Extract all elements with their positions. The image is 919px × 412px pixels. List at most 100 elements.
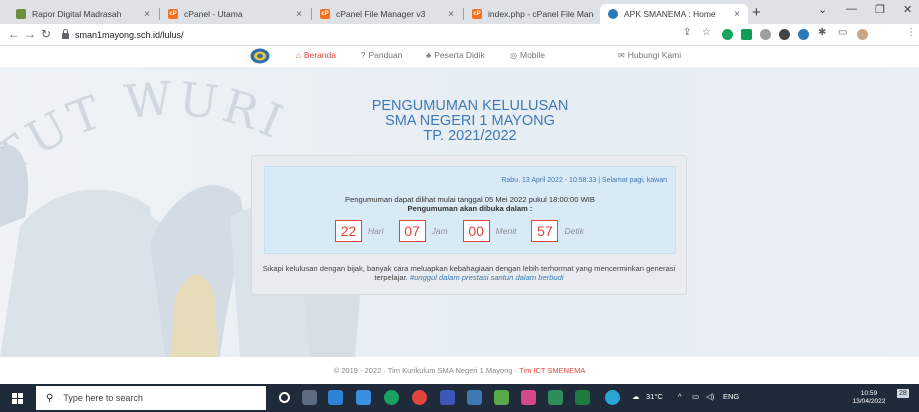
extension-dark-icon[interactable] bbox=[779, 29, 790, 40]
app-green-icon[interactable] bbox=[548, 390, 563, 405]
hashtag-text: #unggul dalam prestasi santun dalam berb… bbox=[409, 273, 564, 282]
nav-panduan[interactable]: ? Panduan bbox=[361, 50, 403, 60]
network-icon[interactable]: ▭ bbox=[692, 392, 699, 401]
site-navbar: ⌂ Beranda ? Panduan ♣ Peserta Didik ◎ Mo… bbox=[0, 46, 919, 67]
app-pink-icon[interactable] bbox=[521, 390, 536, 405]
question-icon: ? bbox=[361, 50, 366, 60]
countdown-seconds-unit: Detik bbox=[564, 226, 584, 236]
image-viewer-icon[interactable] bbox=[494, 390, 509, 405]
madrasah-favicon-icon bbox=[16, 9, 26, 19]
back-icon[interactable]: ← bbox=[8, 27, 20, 41]
address-bar[interactable]: sman1mayong.sch.id/lulus/ bbox=[60, 26, 580, 43]
cortana-icon[interactable] bbox=[279, 392, 290, 403]
opera-icon[interactable] bbox=[412, 390, 427, 405]
school-logo-icon[interactable] bbox=[250, 48, 270, 64]
volume-icon[interactable]: ◁) bbox=[706, 392, 714, 401]
new-tab-button[interactable]: + bbox=[752, 4, 761, 21]
page-footer: © 2019 - 2022 · Tim Kurikulum SMA Negeri… bbox=[0, 357, 919, 384]
envelope-icon: ✉ bbox=[618, 50, 625, 60]
forward-icon[interactable]: → bbox=[24, 27, 36, 41]
countdown-minutes-unit: Menit bbox=[495, 226, 517, 236]
share-icon[interactable]: ⇪ bbox=[683, 27, 691, 38]
users-icon: ♣ bbox=[426, 50, 432, 60]
nav-peserta-didik[interactable]: ♣ Peserta Didik bbox=[426, 50, 485, 60]
minimize-button[interactable]: — bbox=[846, 3, 857, 15]
browser-menu-icon[interactable]: ⋮ bbox=[906, 27, 916, 38]
footer-text: © 2019 - 2022 · Tim Kurikulum SMA Negeri… bbox=[333, 366, 520, 375]
vscode-icon[interactable] bbox=[440, 390, 455, 405]
cpanel-favicon-icon: cP bbox=[168, 9, 178, 19]
nav-beranda[interactable]: ⌂ Beranda bbox=[296, 50, 336, 60]
weather-icon[interactable]: ☁ bbox=[632, 392, 640, 401]
close-window-button[interactable]: ✕ bbox=[903, 3, 912, 16]
clock-time: 10:59 bbox=[860, 390, 878, 397]
tab-rapor-digital[interactable]: Rapor Digital Madrasah × bbox=[8, 4, 158, 24]
taskbar-search-box[interactable]: ⚲ Type here to search bbox=[36, 386, 266, 410]
announcement-title-line1: PENGUMUMAN KELULUSAN bbox=[371, 98, 569, 114]
opens-in-label: Pengumuman akan dibuka dalam : bbox=[407, 204, 533, 213]
clock-date: 13/04/2022 bbox=[852, 398, 886, 405]
countdown-days-unit: Hari bbox=[368, 226, 384, 236]
nav-hubungi-kami[interactable]: ✉ Hubungi Kami bbox=[618, 50, 681, 60]
reload-icon[interactable]: ↻ bbox=[41, 27, 51, 41]
closing-message: Sikapi kelulusan dengan bijak, banyak ca… bbox=[262, 264, 676, 282]
footer-link[interactable]: Tim ICT SMENEMA bbox=[519, 366, 585, 375]
countdown-seconds-value: 57 bbox=[531, 220, 559, 242]
file-explorer-icon[interactable] bbox=[328, 390, 343, 405]
bookmark-star-icon[interactable]: ☆ bbox=[702, 27, 711, 38]
extension-gray-icon[interactable] bbox=[760, 29, 771, 40]
chrome-icon[interactable] bbox=[384, 390, 399, 405]
taskbar-search-placeholder: Type here to search bbox=[63, 393, 143, 403]
tab-cpanel-utama[interactable]: cP cPanel - Utama × bbox=[160, 4, 310, 24]
excel-icon[interactable] bbox=[575, 390, 590, 405]
tab-apk-smanema[interactable]: APK SMANEMA : Home × bbox=[600, 4, 748, 24]
extensions-puzzle-icon[interactable]: ✱ bbox=[818, 27, 826, 38]
profile-avatar-icon[interactable] bbox=[857, 29, 868, 40]
app-blue-icon[interactable] bbox=[605, 390, 620, 405]
nav-mobile[interactable]: ◎ Mobile bbox=[510, 50, 545, 60]
restore-button[interactable]: ❐ bbox=[875, 3, 885, 16]
tab-index-php[interactable]: cP index.php - cPanel File Mana × bbox=[464, 4, 614, 24]
extension-green-icon[interactable] bbox=[722, 29, 733, 40]
countdown-hours-unit: Jam bbox=[431, 226, 448, 236]
edge-icon[interactable] bbox=[356, 390, 371, 405]
windows-taskbar: ⚲ Type here to search ☁ 31°C ^ ▭ ◁) ENG … bbox=[0, 384, 919, 412]
tab-cpanel-file-manager[interactable]: cP cPanel File Manager v3 × bbox=[312, 4, 462, 24]
close-tab-icon[interactable]: × bbox=[448, 9, 454, 20]
tray-chevron-icon[interactable]: ^ bbox=[678, 392, 682, 401]
close-tab-icon[interactable]: × bbox=[734, 9, 740, 20]
windows-start-icon[interactable] bbox=[12, 393, 23, 404]
countdown-hours-value: 07 bbox=[398, 220, 426, 242]
browser-toolbar: ← → ↻ sman1mayong.sch.id/lulus/ ⇪ ☆ ✱ ▭ … bbox=[0, 24, 919, 46]
input-language[interactable]: ENG bbox=[723, 392, 739, 401]
tab-search-icon[interactable]: ⌄ bbox=[818, 3, 827, 16]
cpanel-favicon-icon: cP bbox=[320, 9, 330, 19]
notification-count-badge[interactable]: 28 bbox=[897, 389, 909, 398]
countdown-days-value: 22 bbox=[335, 220, 362, 242]
countdown-timer: 22 Hari 07 Jam 00 Menit 57 Detik bbox=[335, 220, 584, 242]
close-tab-icon[interactable]: × bbox=[144, 9, 150, 20]
home-icon: ⌂ bbox=[296, 50, 301, 60]
current-datetime: Rabu, 13 April 2022 - 10:58:33 | Selamat… bbox=[501, 177, 667, 184]
url-text: sman1mayong.sch.id/lulus/ bbox=[75, 29, 184, 40]
whatsapp-icon: ◎ bbox=[510, 50, 517, 60]
countdown-panel: Rabu, 13 April 2022 - 10:58:33 | Selamat… bbox=[264, 166, 676, 254]
store-icon[interactable] bbox=[467, 390, 482, 405]
task-view-icon[interactable] bbox=[302, 390, 317, 405]
apk-favicon-icon bbox=[608, 9, 618, 19]
lock-icon bbox=[62, 28, 69, 39]
extension-blue-icon[interactable] bbox=[798, 29, 809, 40]
google-drive-icon[interactable] bbox=[741, 29, 752, 40]
cpanel-favicon-icon: cP bbox=[472, 9, 482, 19]
browser-tab-strip: Rapor Digital Madrasah × cP cPanel - Uta… bbox=[0, 0, 919, 24]
announcement-title-line2: SMA NEGERI 1 MAYONG bbox=[385, 113, 555, 129]
announcement-notice: Pengumuman dapat dilihat mulai tanggal 0… bbox=[345, 195, 595, 204]
taskbar-clock[interactable]: 10:59 13/04/2022 bbox=[850, 390, 888, 406]
main-section: TUT WURI HANDAYANI PENGUMUMAN KELULUSAN … bbox=[0, 67, 919, 357]
side-panel-icon[interactable]: ▭ bbox=[838, 27, 847, 38]
weather-temp[interactable]: 31°C bbox=[646, 392, 663, 401]
countdown-minutes-value: 00 bbox=[462, 220, 490, 242]
close-tab-icon[interactable]: × bbox=[296, 9, 302, 20]
announcement-card: Rabu, 13 April 2022 - 10:58:33 | Selamat… bbox=[251, 155, 687, 295]
announcement-title-line3: TP. 2021/2022 bbox=[423, 128, 517, 144]
